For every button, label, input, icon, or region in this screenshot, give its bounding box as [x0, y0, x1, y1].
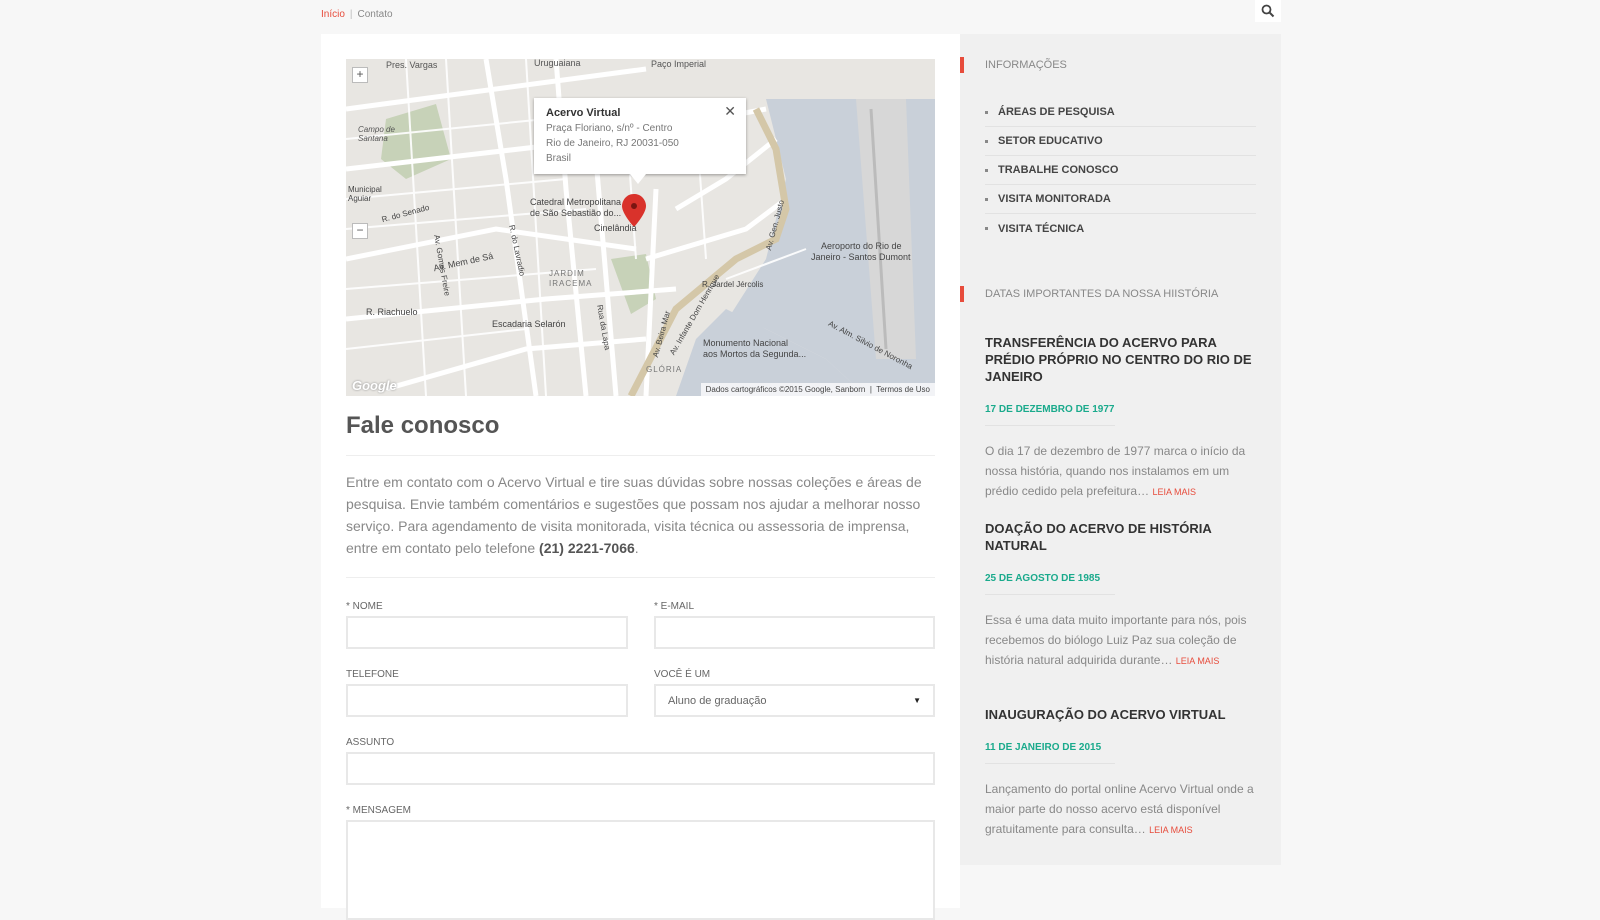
mensagem-label: * MENSAGEM: [346, 805, 412, 816]
divider: [985, 425, 1115, 426]
sidebar-link-areas-de-pesquisa[interactable]: ÁREAS DE PESQUISA: [985, 98, 1256, 127]
mensagem-field[interactable]: [346, 820, 935, 920]
map-label: Cinelândia: [594, 223, 637, 233]
map-label: de São Sebastião do...: [530, 208, 622, 218]
info-links: ÁREAS DE PESQUISA SETOR EDUCATIVO TRABAL…: [985, 98, 1256, 243]
map-label: Campo de Santana: [358, 125, 395, 143]
post-excerpt: Essa é uma data muito importante para nó…: [985, 610, 1256, 671]
post-title[interactable]: DOAÇÃO DO ACERVO DE HISTÓRIA NATURAL: [985, 520, 1256, 554]
post-excerpt-text: Lançamento do portal online Acervo Virtu…: [985, 782, 1254, 836]
voce-e-um-value: Aluno de graduação: [668, 694, 767, 707]
map-info-window: Acervo Virtual Praça Floriano, s/nº - Ce…: [534, 98, 746, 184]
post-excerpt: O dia 17 de dezembro de 1977 marca o iní…: [985, 441, 1256, 502]
map-attribution-text: Dados cartográficos ©2015 Google, Sanbor…: [705, 385, 866, 394]
location-map[interactable]: Acervo Virtual Praça Floriano, s/nº - Ce…: [346, 59, 935, 396]
post-date: 11 DE JANEIRO DE 2015: [985, 742, 1102, 753]
map-label: GLÓRIA: [646, 365, 683, 374]
breadcrumb-home-link[interactable]: Início: [321, 9, 345, 20]
map-label: aos Mortos da Segunda...: [703, 349, 807, 359]
breadcrumb-separator: |: [349, 9, 353, 20]
intro-text: Entre em contato com o Acervo Virtual e …: [346, 471, 935, 559]
email-field[interactable]: [654, 616, 935, 649]
map-label: Escadaria Selarón: [492, 319, 566, 329]
divider: [985, 594, 1115, 595]
bullet-icon: [985, 197, 988, 201]
search-icon: [1261, 4, 1275, 18]
sidebar-link-visita-monitorada[interactable]: VISITA MONITORADA: [985, 185, 1256, 214]
email-label: * E-MAIL: [654, 601, 695, 612]
read-more-link[interactable]: LEIA MAIS: [1149, 825, 1193, 835]
map-label: Pres. Vargas: [386, 60, 438, 70]
map-label: R. Riachuelo: [366, 307, 418, 317]
voce-e-um-select[interactable]: Aluno de graduação ▼: [654, 684, 935, 717]
top-bar: Início | Contato: [321, 0, 1281, 30]
bullet-icon: [985, 139, 988, 143]
phone-number: (21) 2221-7066: [539, 540, 635, 556]
divider: [985, 763, 1115, 764]
map-label: Uruguaiana: [534, 59, 581, 68]
page-title: Fale conosco: [346, 412, 500, 439]
close-icon[interactable]: ✕: [724, 104, 736, 119]
history-post: TRANSFERÊNCIA DO ACERVO PARA PRÉDIO PRÓP…: [985, 334, 1256, 502]
bullet-icon: [985, 110, 988, 114]
map-label: Janeiro - Santos Dumont: [811, 252, 911, 262]
breadcrumb: Início | Contato: [321, 9, 393, 20]
map-zoom-out-button[interactable]: −: [352, 223, 368, 239]
map-label: Paço Imperial: [651, 59, 707, 69]
intro-end: .: [634, 540, 639, 556]
nome-label: * NOME: [346, 601, 383, 612]
map-label: Municipal Aguiar: [348, 185, 382, 203]
sidebar-link-label: VISITA TÉCNICA: [998, 222, 1085, 235]
breadcrumb-current: Contato: [357, 9, 393, 20]
map-popup-address-line1: Praça Floriano, s/nº - Centro: [546, 123, 673, 134]
map-label: JARDIM IRACEMA: [549, 269, 593, 288]
post-date: 17 DE DEZEMBRO DE 1977: [985, 404, 1115, 415]
post-excerpt: Lançamento do portal online Acervo Virtu…: [985, 779, 1256, 840]
sidebar: INFORMAÇÕES ÁREAS DE PESQUISA SETOR EDUC…: [960, 34, 1281, 865]
sidebar-link-label: SETOR EDUCATIVO: [998, 135, 1103, 147]
sidebar-link-setor-educativo[interactable]: SETOR EDUCATIVO: [985, 127, 1256, 156]
post-excerpt-text: O dia 17 de dezembro de 1977 marca o iní…: [985, 444, 1246, 498]
map-popup-address-line2: Rio de Janeiro, RJ 20031-050: [546, 138, 679, 149]
map-popup-address-line3: Brasil: [546, 153, 572, 164]
section-accent-bar: [960, 286, 964, 302]
dates-section-title: DATAS IMPORTANTES DA NOSSA HIISTÓRIA: [985, 288, 1219, 300]
read-more-link[interactable]: LEIA MAIS: [1176, 656, 1220, 666]
sidebar-link-label: TRABALHE CONOSCO: [998, 164, 1119, 176]
map-terms-link[interactable]: Termos de Uso: [876, 385, 930, 394]
chevron-down-icon: ▼: [913, 696, 921, 705]
read-more-link[interactable]: LEIA MAIS: [1152, 487, 1196, 497]
history-post: INAUGURAÇÃO DO ACERVO VIRTUAL 11 DE JANE…: [985, 706, 1256, 840]
bullet-icon: [985, 168, 988, 172]
sidebar-link-trabalhe-conosco[interactable]: TRABALHE CONOSCO: [985, 156, 1256, 185]
main-content: Acervo Virtual Praça Floriano, s/nº - Ce…: [321, 34, 960, 920]
map-label: Aeroporto do Rio de: [821, 241, 902, 251]
info-section-title: INFORMAÇÕES: [985, 59, 1067, 71]
telefone-field[interactable]: [346, 684, 628, 717]
assunto-label: ASSUNTO: [346, 737, 395, 748]
google-logo: Google: [352, 378, 397, 393]
map-label: Monumento Nacional: [703, 338, 789, 348]
map-attribution: Dados cartográficos ©2015 Google, Sanbor…: [700, 383, 935, 396]
map-zoom-in-button[interactable]: +: [352, 67, 368, 83]
voce-e-um-label: VOCÊ É UM: [654, 669, 711, 680]
search-button[interactable]: [1255, 0, 1281, 22]
history-post: DOAÇÃO DO ACERVO DE HISTÓRIA NATURAL 25 …: [985, 520, 1256, 671]
assunto-field[interactable]: [346, 752, 935, 785]
divider: [346, 455, 935, 456]
bullet-icon: [985, 227, 988, 230]
post-title[interactable]: INAUGURAÇÃO DO ACERVO VIRTUAL: [985, 706, 1256, 723]
section-accent-bar: [960, 57, 964, 73]
divider: [346, 577, 935, 578]
sidebar-link-visita-tecnica[interactable]: VISITA TÉCNICA: [985, 214, 1256, 243]
map-label: Catedral Metropolitana: [530, 197, 622, 207]
sidebar-link-label: VISITA MONITORADA: [998, 193, 1111, 205]
sidebar-link-label: ÁREAS DE PESQUISA: [998, 106, 1115, 118]
telefone-label: TELEFONE: [346, 669, 399, 680]
nome-field[interactable]: [346, 616, 628, 649]
post-date: 25 DE AGOSTO DE 1985: [985, 573, 1101, 584]
map-popup-title: Acervo Virtual: [546, 107, 621, 119]
post-title[interactable]: TRANSFERÊNCIA DO ACERVO PARA PRÉDIO PRÓP…: [985, 334, 1256, 385]
